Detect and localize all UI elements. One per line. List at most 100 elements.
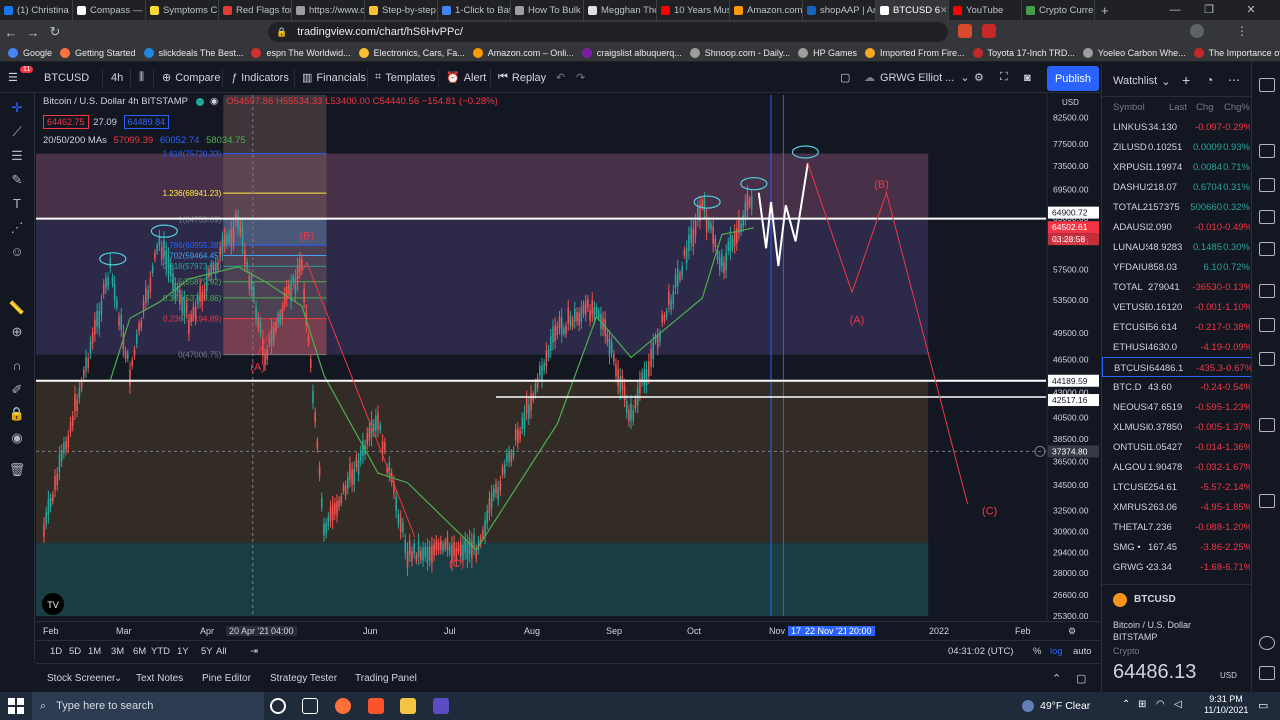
bookmark-item[interactable]: Shnoop.com - Daily... — [689, 47, 790, 58]
watchlist-row[interactable]: NEOUSI 47.6519 -0.595 -1.23% — [1102, 397, 1252, 417]
watchlist-row[interactable]: XLMUSI 0.37850 -0.005 -1.37% — [1102, 417, 1252, 437]
browser-tab[interactable]: Amazon.com — [730, 0, 803, 20]
browser-tab[interactable]: Megghan Tho — [584, 0, 657, 20]
close-window-button[interactable]: ✕ — [1236, 0, 1266, 20]
close-tab-icon[interactable]: ✕ — [940, 5, 948, 16]
browser-tab[interactable]: BTCUSD 6 ✕ — [876, 0, 949, 20]
trendline-icon[interactable]: ⟋ — [8, 123, 26, 141]
magnet-icon[interactable]: ∩ — [8, 357, 26, 375]
browser-tab[interactable]: Step-by-step — [365, 0, 438, 20]
ask-price[interactable]: 64489.84 — [123, 115, 170, 129]
emoji-icon[interactable]: ☺ — [8, 243, 26, 261]
watchlist-row[interactable]: ZILUSD 0.10251 0.0009 0.93% — [1102, 137, 1252, 157]
browser-tab[interactable]: Compass — B — [73, 0, 146, 20]
alerts-icon[interactable] — [1259, 144, 1275, 158]
new-tab-button[interactable]: + — [1101, 3, 1109, 18]
watchlist-row[interactable]: ADAUSI 2.090 -0.010 -0.49% — [1102, 217, 1252, 237]
watchlist-row[interactable]: XRPUSE1.19974 0.00840.71% — [1102, 157, 1252, 177]
bookmark-item[interactable]: Yoeleo Carbon Whe... — [1082, 47, 1186, 58]
firefox-icon[interactable] — [335, 698, 351, 714]
chat-icon[interactable] — [1259, 352, 1275, 366]
redo-icon[interactable]: ↷ — [576, 62, 585, 93]
zoom-in-icon[interactable]: ⊕ — [8, 323, 26, 341]
watchlist-title[interactable]: Watchlist ⌄ — [1113, 75, 1170, 88]
trash-icon[interactable]: 🗑 — [8, 461, 26, 479]
replay-button[interactable]: ⏮ Replay — [498, 62, 546, 93]
settings-icon[interactable]: ⚙ — [974, 62, 984, 93]
chevron-down-icon[interactable]: ⌄ — [114, 673, 122, 684]
bookmark-item[interactable]: Amazon.com – Onli... — [472, 47, 574, 58]
bottom-tab[interactable]: Trading Panel — [355, 673, 417, 684]
watchlist-row[interactable]: TOTAL 279041 -36530 -0.13% — [1102, 277, 1252, 297]
watchlist-row[interactable]: GRWG • 23.34 -1.68 -6.71% — [1102, 557, 1252, 577]
col-chg[interactable]: Chg — [1196, 102, 1213, 113]
eye-icon[interactable]: ◉ — [210, 96, 218, 107]
eye-icon[interactable]: ◉ — [8, 429, 26, 447]
camera-icon[interactable]: ◙ — [1024, 62, 1031, 93]
goto-date-icon[interactable]: ⇥ — [250, 646, 258, 657]
brush-icon[interactable]: ✎ — [8, 171, 26, 189]
watchlist-row[interactable]: BTCUSI 64486.1 -435.3 -0.67% — [1102, 357, 1252, 377]
templates-button[interactable]: ⌗ Templates — [375, 62, 435, 93]
bookmark-item[interactable]: The Importance of... — [1193, 47, 1280, 58]
bookmark-item[interactable]: craigslist albuquerq... — [581, 47, 682, 58]
col-symbol[interactable]: Symbol — [1113, 102, 1145, 113]
cortana-icon[interactable] — [270, 698, 286, 714]
lock-drawing-icon[interactable]: ✐ — [8, 381, 26, 399]
taskbar-search[interactable]: ⌕ Type here to search — [32, 692, 264, 720]
browser-tab[interactable]: YouTube — [949, 0, 1022, 20]
bookmark-item[interactable]: Imported From Fire... — [865, 47, 965, 58]
indicators-button[interactable]: ƒ Indicators — [231, 62, 289, 93]
maximize-panel-icon[interactable]: ▢ — [1076, 672, 1086, 685]
minimize-button[interactable]: — — [1160, 0, 1190, 20]
brave-icon[interactable] — [368, 698, 384, 714]
watchlist-row[interactable]: ONTUSI 1.05427 -0.014 -1.36% — [1102, 437, 1252, 457]
weather-icon[interactable] — [1022, 700, 1034, 712]
extension-icon[interactable] — [982, 24, 996, 38]
bookmark-item[interactable]: Toyota 17-Inch TRD... — [972, 47, 1075, 58]
bid-price[interactable]: 64462.75 — [43, 115, 89, 129]
windows-start-icon[interactable] — [8, 698, 24, 714]
layout-icon[interactable]: ▢ — [840, 62, 850, 93]
volume-icon[interactable]: ◁ — [1174, 699, 1182, 710]
fullscreen-icon[interactable]: ⛶ — [1000, 62, 1008, 93]
profile-avatar[interactable] — [1190, 24, 1204, 38]
watchlist-row[interactable]: LINKUS 34.130 -0.097 -0.29% — [1102, 117, 1252, 137]
undo-icon[interactable]: ↶ — [556, 62, 565, 93]
interval-button[interactable]: 4h — [111, 62, 123, 93]
browser-tab[interactable]: (1) Christina H — [0, 0, 73, 20]
help-icon[interactable] — [1259, 666, 1275, 680]
network-icon[interactable]: ⊞ — [1138, 699, 1146, 710]
collapse-panel-icon[interactable]: ⌃ — [1052, 672, 1061, 685]
horizontal-lines-icon[interactable]: ☰ — [8, 147, 26, 165]
bottom-tab[interactable]: Text Notes — [136, 673, 183, 684]
browser-tab[interactable]: Symptoms Ch — [146, 0, 219, 20]
watchlist-row[interactable]: YFDAIU 858.03 6.10 0.72% — [1102, 257, 1252, 277]
range-1d[interactable]: 1D — [50, 646, 62, 657]
notifications-icon[interactable] — [1259, 418, 1275, 432]
compare-button[interactable]: ⊕ Compare — [162, 62, 220, 93]
bookmark-item[interactable]: Getting Started — [60, 47, 136, 58]
percent-toggle[interactable]: % — [1033, 646, 1041, 657]
watchlist-row[interactable]: ETHUSI 4630.0 -4.19 -0.09% — [1102, 337, 1252, 357]
settings-icon[interactable]: ⚙ — [1068, 626, 1076, 637]
advanced-view-icon[interactable]: ◔ — [1206, 73, 1213, 87]
range-3m[interactable]: 3M — [111, 646, 124, 657]
bookmark-item[interactable]: Google — [8, 47, 52, 58]
watchlist-row[interactable]: BTC.D 43.60 -0.24 -0.54% — [1102, 377, 1252, 397]
range-5d[interactable]: 5D — [69, 646, 81, 657]
back-icon[interactable]: ← — [0, 25, 22, 40]
tray-chevron-icon[interactable]: ⌃ — [1122, 699, 1130, 710]
browser-tab[interactable]: shopAAP | An — [803, 0, 876, 20]
browser-tab[interactable]: How To Bulk C — [511, 0, 584, 20]
maximize-button[interactable]: ❐ — [1194, 0, 1224, 20]
lock-icon[interactable]: 🔒 — [8, 405, 26, 423]
crosshair-icon[interactable]: ✛ — [8, 99, 26, 117]
address-bar[interactable]: 🔒 tradingview.com/chart/hS6HvPPc/ — [268, 22, 948, 42]
signal-icon[interactable] — [1259, 494, 1275, 508]
chart-canvas[interactable]: 1.618(75720.33) 1.236(68941.23) 1(64753.09… — [36, 93, 1100, 621]
watchlist-row[interactable]: VETUSE 0.16120 -0.001 -1.10% — [1102, 297, 1252, 317]
col-chg-pct[interactable]: Chg% — [1224, 102, 1250, 113]
reload-icon[interactable]: ↻ — [44, 24, 66, 40]
app-icon[interactable] — [433, 698, 449, 714]
